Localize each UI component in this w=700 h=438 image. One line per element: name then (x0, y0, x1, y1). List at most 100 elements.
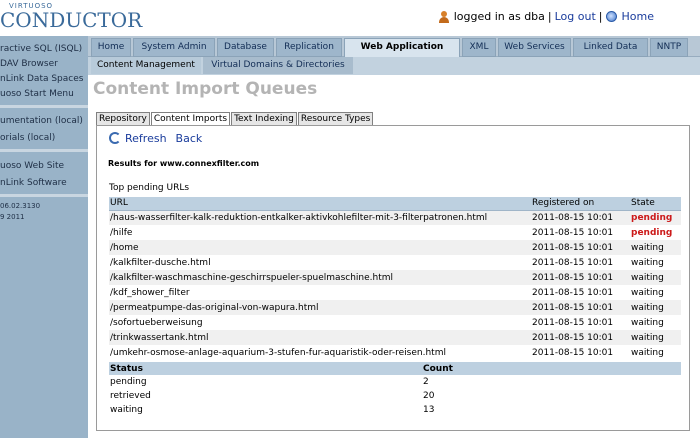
sidebar-item-tutorials[interactable]: orials (local) (0, 133, 88, 143)
state-cell: waiting (631, 287, 664, 298)
logout-link[interactable]: Log out (555, 10, 596, 23)
tab-linked-data[interactable]: Linked Data (573, 38, 648, 57)
page-title: Content Import Queues (93, 79, 318, 99)
url-cell: /trinkwassertank.html (109, 330, 531, 345)
tab-database[interactable]: Database (217, 38, 274, 57)
refresh-link[interactable]: Refresh (125, 132, 167, 145)
toolbar: Refresh Back (109, 131, 203, 145)
count-cell: 20 (423, 391, 435, 401)
sidebar-version: 06.02.3130 (0, 202, 41, 210)
state-cell: waiting (630, 270, 681, 285)
table-header-row: Status Count (109, 362, 681, 375)
sidebar: ractive SQL (ISQL) DAV Browser nLink Dat… (0, 36, 88, 438)
tab-replication[interactable]: Replication (276, 38, 342, 57)
status-cell: retrieved (110, 391, 151, 401)
table-row: /kalkfilter-dusche.html 2011-08-15 10:01 w… (109, 255, 681, 270)
column-header-state: State (630, 197, 681, 211)
table-row: pending 2 (109, 375, 681, 389)
count-cell: 13 (423, 405, 435, 415)
column-header-status: Status (109, 362, 422, 375)
tab-virtual-domains[interactable]: Virtual Domains & Directories (203, 57, 353, 74)
url-cell: /kalkfilter-dusche.html (110, 257, 211, 268)
home-link[interactable]: Home (622, 10, 654, 23)
results-label: Results for www.connexfilter.com (108, 159, 260, 168)
sidebar-divider (0, 105, 88, 108)
column-header-url: URL (109, 197, 531, 211)
subtab-text-indexing[interactable]: Text Indexing (231, 112, 297, 126)
sidebar-item-documentation[interactable]: umentation (local) (0, 116, 88, 126)
state-cell: waiting (631, 257, 664, 268)
column-header-count: Count (422, 362, 681, 375)
content-panel: Refresh Back Results for www.connexfilte… (96, 125, 690, 431)
url-cell: /sofortueberweisung (110, 317, 203, 328)
table-row: waiting 13 (109, 403, 681, 417)
state-cell: waiting (630, 300, 681, 315)
sidebar-item-data-spaces[interactable]: nLink Data Spaces (0, 74, 88, 84)
registered-cell: 2011-08-15 10:01 (532, 317, 614, 328)
subtab-repository[interactable]: Repository (96, 112, 150, 126)
tab-home[interactable]: Home (91, 38, 131, 57)
registered-cell: 2011-08-15 10:01 (531, 270, 630, 285)
status-cell: pending (110, 377, 147, 387)
tab-nntp[interactable]: NNTP (650, 38, 688, 57)
tab-content-management[interactable]: Content Management (91, 57, 201, 74)
registered-cell: 2011-08-15 10:01 (531, 330, 630, 345)
state-cell: pending (631, 227, 673, 238)
subtab-resource-types[interactable]: Resource Types (297, 112, 374, 126)
url-cell: /kalkfilter-waschmaschine-geschirrspuele… (109, 270, 531, 285)
table-row: /umkehr-osmose-anlage-aquarium-3-stufen-… (109, 345, 681, 360)
count-cell: 2 (423, 377, 429, 387)
state-cell: pending (630, 210, 681, 225)
url-cell: /haus-wasserfilter-kalk-reduktion-entkal… (109, 210, 531, 225)
header-user-area: logged in as dba | Log out | Home (438, 10, 654, 23)
primary-nav: Home System Admin Database Replication W… (88, 36, 700, 69)
sidebar-item-web-site[interactable]: uoso Web Site (0, 161, 88, 171)
sidebar-item-software[interactable]: nLink Software (0, 178, 88, 188)
url-cell: /umkehr-osmose-anlage-aquarium-3-stufen-… (110, 347, 446, 358)
pending-urls-table: URL Registered on State /haus-wasserfilt… (109, 197, 681, 360)
sidebar-item-webdav[interactable]: DAV Browser (0, 59, 88, 69)
table-row: /kdf_shower_filter 2011-08-15 10:01 waitin… (109, 285, 681, 300)
header-separator: | (547, 10, 552, 23)
table-row: /sofortueberweisung 2011-08-15 10:01 waiti… (109, 315, 681, 330)
sidebar-divider (0, 149, 88, 152)
tab-web-services[interactable]: Web Services (498, 38, 571, 57)
logo-conductor: CONDUCTOR (0, 8, 143, 32)
state-cell: waiting (631, 317, 664, 328)
header: VIRTUOSO CONDUCTOR logged in as dba | Lo… (0, 0, 700, 36)
registered-cell: 2011-08-15 10:01 (531, 240, 630, 255)
home-icon[interactable] (605, 11, 617, 22)
table-row: /permeatpumpe-das-original-von-wapura.ht… (109, 300, 681, 315)
sidebar-build-date: 9 2011 (0, 213, 25, 221)
table-row: /home 2011-08-15 10:01 waiting (109, 240, 681, 255)
subtab-content-imports[interactable]: Content Imports (150, 112, 231, 126)
table-row: retrieved 20 (109, 389, 681, 403)
refresh-icon[interactable] (109, 131, 121, 144)
pending-urls-title: Top pending URLs (109, 183, 190, 193)
table-row: /haus-wasserfilter-kalk-reduktion-entkal… (109, 210, 681, 225)
column-header-registered: Registered on (531, 197, 630, 211)
registered-cell: 2011-08-15 10:01 (531, 210, 630, 225)
registered-cell: 2011-08-15 10:01 (532, 227, 614, 238)
tab-web-application-server[interactable]: Web Application Server (344, 38, 460, 69)
registered-cell: 2011-08-15 10:01 (532, 257, 614, 268)
table-row: /trinkwassertank.html 2011-08-15 10:01 wai… (109, 330, 681, 345)
status-count-table: Status Count pending 2 retrieved 20 waiting 1… (109, 362, 681, 417)
url-cell: /permeatpumpe-das-original-von-wapura.ht… (109, 300, 531, 315)
sidebar-item-start-menu[interactable]: uoso Start Menu (0, 89, 88, 99)
url-cell: /home (109, 240, 531, 255)
back-link[interactable]: Back (176, 132, 203, 145)
secondary-nav: Content Management Virtual Domains & Dir… (88, 57, 700, 75)
logged-in-text: logged in as dba (453, 10, 545, 23)
sidebar-item-isql[interactable]: ractive SQL (ISQL) (0, 44, 88, 54)
url-cell: /hilfe (110, 227, 133, 238)
table-header-row: URL Registered on State (109, 197, 681, 211)
registered-cell: 2011-08-15 10:01 (532, 347, 614, 358)
sidebar-divider (0, 194, 88, 197)
registered-cell: 2011-08-15 10:01 (532, 287, 614, 298)
subtab-bar: Repository Content Imports Text Indexing… (96, 112, 374, 126)
main-content: Content Import Queues Repository Content… (88, 75, 700, 438)
tab-xml[interactable]: XML (462, 38, 496, 57)
header-separator: | (598, 10, 603, 23)
tab-system-admin[interactable]: System Admin (133, 38, 215, 57)
